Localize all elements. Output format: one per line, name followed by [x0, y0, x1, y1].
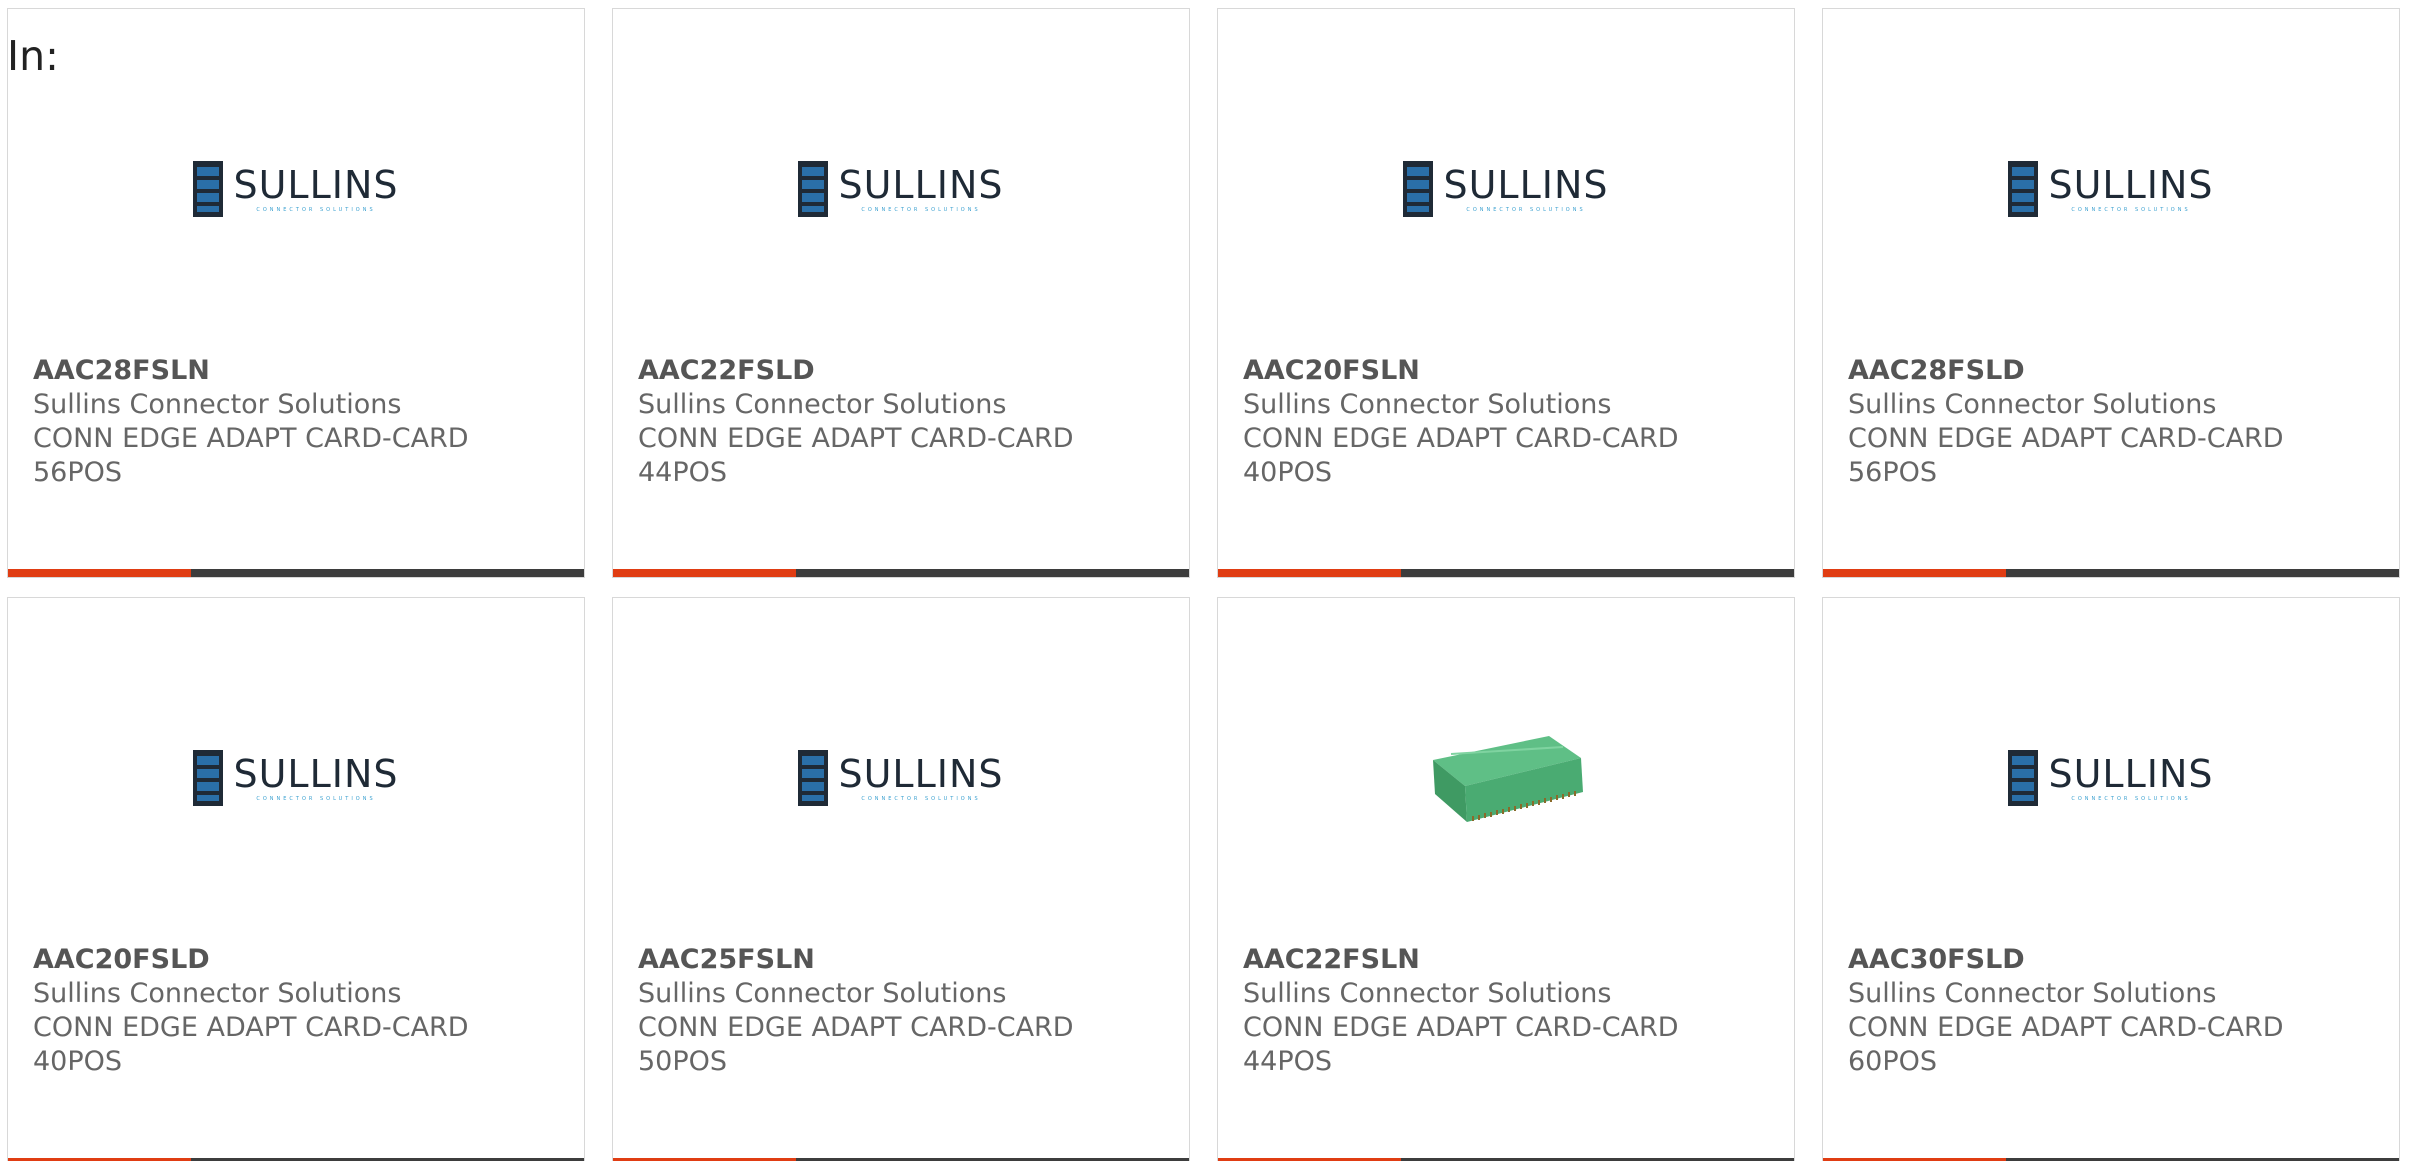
logo-name: SULLINS — [2048, 162, 2214, 207]
product-card[interactable]: SULLINS CONNECTOR SOLUTIONS AAC22FSLD Su… — [612, 8, 1190, 578]
positions: 50POS — [638, 1046, 728, 1077]
product-card[interactable]: SULLINS CONNECTOR SOLUTIONS AAC30FSLD Su… — [1822, 597, 2400, 1161]
logo-tagline: CONNECTOR SOLUTIONS — [256, 206, 376, 213]
product-image[interactable]: SULLINS CONNECTOR SOLUTIONS — [8, 698, 584, 858]
edge-connector-photo-icon — [1433, 736, 1583, 822]
product-info: AAC28FSLN Sullins Connector Solutions CO… — [33, 354, 564, 490]
logo-tagline: CONNECTOR SOLUTIONS — [861, 795, 981, 802]
product-grid-page: In: SULLINS CONNECTOR SOLUTIONS AAC28FSL… — [0, 0, 2410, 1161]
card-bottom-bar — [8, 569, 584, 577]
product-card[interactable]: AAC22FSLN Sullins Connector Solutions CO… — [1217, 597, 1795, 1161]
product-image[interactable]: SULLINS CONNECTOR SOLUTIONS — [1823, 698, 2399, 858]
description: CONN EDGE ADAPT CARD-CARD — [33, 423, 469, 454]
product-card[interactable]: SULLINS CONNECTOR SOLUTIONS AAC28FSLN Su… — [7, 8, 585, 578]
part-number-link[interactable]: AAC28FSLD — [1848, 354, 2379, 388]
logo-name: SULLINS — [838, 162, 1004, 207]
positions: 40POS — [1243, 457, 1333, 488]
logo-name: SULLINS — [2048, 751, 2214, 796]
logo-name: SULLINS — [838, 751, 1004, 796]
logo-name: SULLINS — [1443, 162, 1609, 207]
sullins-logo: SULLINS CONNECTOR SOLUTIONS — [2008, 750, 2213, 806]
manufacturer: Sullins Connector Solutions — [1243, 389, 1612, 420]
sullins-logo: SULLINS CONNECTOR SOLUTIONS — [798, 750, 1003, 806]
product-grid: SULLINS CONNECTOR SOLUTIONS AAC28FSLN Su… — [7, 8, 2403, 1161]
product-image[interactable]: SULLINS CONNECTOR SOLUTIONS — [8, 109, 584, 269]
product-card[interactable]: SULLINS CONNECTOR SOLUTIONS AAC20FSLN Su… — [1217, 8, 1795, 578]
positions: 44POS — [638, 457, 728, 488]
manufacturer: Sullins Connector Solutions — [638, 978, 1007, 1009]
description: CONN EDGE ADAPT CARD-CARD — [638, 423, 1074, 454]
sullins-logo: SULLINS CONNECTOR SOLUTIONS — [2008, 161, 2213, 217]
logo-name: SULLINS — [233, 751, 399, 796]
sullins-logo-mark-icon — [2008, 161, 2039, 217]
description: CONN EDGE ADAPT CARD-CARD — [638, 1012, 1074, 1043]
logo-tagline: CONNECTOR SOLUTIONS — [861, 206, 981, 213]
sullins-logo-mark-icon — [798, 161, 829, 217]
product-info: AAC22FSLD Sullins Connector Solutions CO… — [638, 354, 1169, 490]
sullins-logo: SULLINS CONNECTOR SOLUTIONS — [798, 161, 1003, 217]
card-bottom-bar — [1823, 569, 2399, 577]
description: CONN EDGE ADAPT CARD-CARD — [1243, 423, 1679, 454]
manufacturer: Sullins Connector Solutions — [1848, 978, 2217, 1009]
card-accent — [1218, 569, 1401, 577]
sullins-logo-mark-icon — [798, 750, 829, 806]
product-image[interactable] — [1218, 698, 1794, 858]
part-number-link[interactable]: AAC22FSLN — [1243, 943, 1774, 977]
product-image[interactable]: SULLINS CONNECTOR SOLUTIONS — [613, 109, 1189, 269]
product-info: AAC28FSLD Sullins Connector Solutions CO… — [1848, 354, 2379, 490]
product-card[interactable]: SULLINS CONNECTOR SOLUTIONS AAC28FSLD Su… — [1822, 8, 2400, 578]
sullins-logo-mark-icon — [193, 161, 224, 217]
positions: 60POS — [1848, 1046, 1938, 1077]
filter-in-label: In: — [7, 32, 59, 80]
sullins-logo-mark-icon — [2008, 750, 2039, 806]
part-number-link[interactable]: AAC28FSLN — [33, 354, 564, 388]
product-info: AAC30FSLD Sullins Connector Solutions CO… — [1848, 943, 2379, 1079]
manufacturer: Sullins Connector Solutions — [1848, 389, 2217, 420]
sullins-logo-mark-icon — [1403, 161, 1434, 217]
logo-name: SULLINS — [233, 162, 399, 207]
product-info: AAC25FSLN Sullins Connector Solutions CO… — [638, 943, 1169, 1079]
card-bottom-bar — [1218, 569, 1794, 577]
positions: 40POS — [33, 1046, 123, 1077]
part-number-link[interactable]: AAC22FSLD — [638, 354, 1169, 388]
part-number-link[interactable]: AAC25FSLN — [638, 943, 1169, 977]
description: CONN EDGE ADAPT CARD-CARD — [1848, 423, 2284, 454]
sullins-logo: SULLINS CONNECTOR SOLUTIONS — [193, 161, 398, 217]
manufacturer: Sullins Connector Solutions — [33, 978, 402, 1009]
manufacturer: Sullins Connector Solutions — [638, 389, 1007, 420]
positions: 56POS — [33, 457, 123, 488]
card-bottom-bar — [613, 569, 1189, 577]
product-image[interactable]: SULLINS CONNECTOR SOLUTIONS — [1218, 109, 1794, 269]
description: CONN EDGE ADAPT CARD-CARD — [1848, 1012, 2284, 1043]
product-info: AAC20FSLN Sullins Connector Solutions CO… — [1243, 354, 1774, 490]
sullins-logo-mark-icon — [193, 750, 224, 806]
product-image[interactable]: SULLINS CONNECTOR SOLUTIONS — [613, 698, 1189, 858]
card-accent — [1823, 569, 2006, 577]
logo-tagline: CONNECTOR SOLUTIONS — [2071, 206, 2191, 213]
description: CONN EDGE ADAPT CARD-CARD — [33, 1012, 469, 1043]
manufacturer: Sullins Connector Solutions — [33, 389, 402, 420]
logo-tagline: CONNECTOR SOLUTIONS — [2071, 795, 2191, 802]
positions: 44POS — [1243, 1046, 1333, 1077]
manufacturer: Sullins Connector Solutions — [1243, 978, 1612, 1009]
description: CONN EDGE ADAPT CARD-CARD — [1243, 1012, 1679, 1043]
logo-tagline: CONNECTOR SOLUTIONS — [1466, 206, 1586, 213]
card-accent — [613, 569, 796, 577]
sullins-logo: SULLINS CONNECTOR SOLUTIONS — [1403, 161, 1608, 217]
product-card[interactable]: SULLINS CONNECTOR SOLUTIONS AAC20FSLD Su… — [7, 597, 585, 1161]
product-info: AAC22FSLN Sullins Connector Solutions CO… — [1243, 943, 1774, 1079]
logo-tagline: CONNECTOR SOLUTIONS — [256, 795, 376, 802]
card-accent — [8, 569, 191, 577]
product-card[interactable]: SULLINS CONNECTOR SOLUTIONS AAC25FSLN Su… — [612, 597, 1190, 1161]
part-number-link[interactable]: AAC20FSLN — [1243, 354, 1774, 388]
positions: 56POS — [1848, 457, 1938, 488]
sullins-logo: SULLINS CONNECTOR SOLUTIONS — [193, 750, 398, 806]
part-number-link[interactable]: AAC30FSLD — [1848, 943, 2379, 977]
product-image[interactable]: SULLINS CONNECTOR SOLUTIONS — [1823, 109, 2399, 269]
part-number-link[interactable]: AAC20FSLD — [33, 943, 564, 977]
product-info: AAC20FSLD Sullins Connector Solutions CO… — [33, 943, 564, 1079]
